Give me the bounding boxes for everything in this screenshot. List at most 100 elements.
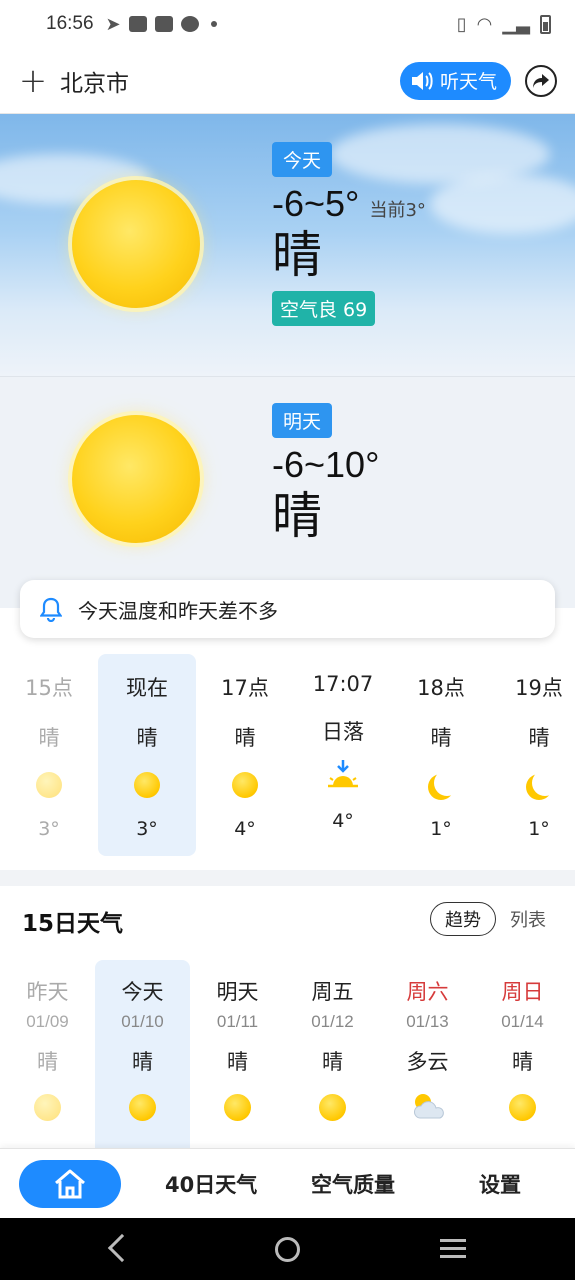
speaker-icon <box>411 71 433 90</box>
day-condition: 晴 <box>37 1050 58 1074</box>
battery-icon <box>540 14 551 34</box>
day-condition: 晴 <box>512 1050 533 1074</box>
bottom-navigation: 40日天气 空气质量 设置 <box>0 1148 575 1218</box>
hour-time: 19点 <box>515 676 563 700</box>
forecast-day[interactable]: 明天 01/11 晴 <box>190 960 285 1148</box>
hour-condition: 晴 <box>528 726 550 750</box>
day-name: 昨天 <box>26 980 69 1004</box>
status-bar: 16:56 ➤ ▯ ◠ ▁▃ <box>0 0 575 48</box>
hour-item[interactable]: 现在 晴 3° <box>98 654 196 856</box>
hour-condition: 晴 <box>136 726 158 750</box>
hour-temp: 3° <box>38 818 60 840</box>
sun-icon <box>129 1094 156 1121</box>
telegram-icon: ➤ <box>105 13 121 35</box>
hour-temp: 4° <box>332 810 354 832</box>
system-icons: ▯ ◠ ▁▃ <box>457 14 551 35</box>
hour-condition: 晴 <box>430 726 452 750</box>
hour-item[interactable]: 18点 晴 1° <box>392 654 490 856</box>
sun-icon <box>319 1094 346 1121</box>
vibrate-icon: ▯ <box>456 13 467 35</box>
sun-icon <box>36 772 62 798</box>
tomorrow-weather-panel[interactable]: 明天 -6~10° 晴 <box>0 376 575 608</box>
listen-weather-label: 听天气 <box>439 71 497 93</box>
wifi-icon: ◠ <box>476 13 493 35</box>
mail-icon <box>128 16 147 32</box>
day-name: 今天 <box>121 980 164 1004</box>
trend-view-button[interactable]: 趋势 <box>430 902 496 936</box>
section-divider <box>0 870 575 886</box>
notification-icons: ➤ <box>106 14 217 35</box>
app-header: + 北京市 听天气 <box>0 48 575 114</box>
cloudy-icon <box>413 1094 444 1119</box>
hour-time: 17:07 <box>312 672 374 696</box>
sunset-icon <box>328 760 358 788</box>
day-condition: 多云 <box>406 1050 449 1074</box>
notice-text: 今天温度和昨天差不多 <box>78 598 278 623</box>
sun-icon <box>232 772 258 798</box>
today-info: 今天 -6~5° 当前3° 晴 空气良 69 <box>272 142 426 326</box>
nav-40-day[interactable]: 40日天气 <box>165 1169 257 1199</box>
sun-icon <box>509 1094 536 1121</box>
listen-weather-button[interactable]: 听天气 <box>399 61 511 100</box>
hour-condition: 晴 <box>234 726 256 750</box>
current-temp: 当前3° <box>369 200 426 221</box>
share-icon[interactable] <box>525 64 557 97</box>
today-temp-range-value: -6~5° <box>272 183 360 224</box>
hourly-forecast[interactable]: 15点 晴 3° 现在 晴 3° 17点 晴 4° 17:07 日落 4° 18… <box>0 640 575 870</box>
forecast-title: 15日天气 <box>22 911 124 937</box>
back-icon[interactable] <box>107 1233 137 1263</box>
home-circle-icon[interactable] <box>275 1237 300 1262</box>
today-condition: 晴 <box>272 226 322 284</box>
recent-apps-icon[interactable] <box>440 1239 466 1259</box>
today-weather-panel[interactable]: 今天 -6~5° 当前3° 晴 空气良 69 <box>0 114 575 376</box>
day-date: 01/12 <box>311 1012 354 1031</box>
nav-air-quality[interactable]: 空气质量 <box>311 1169 395 1199</box>
hour-item[interactable]: 17点 晴 4° <box>196 654 294 856</box>
day-name: 明天 <box>216 980 259 1004</box>
signal-icon: ▁▃ <box>502 13 530 35</box>
tomorrow-tag: 明天 <box>272 403 333 438</box>
hour-time: 17点 <box>221 676 269 700</box>
nav-settings[interactable]: 设置 <box>479 1169 521 1199</box>
sun-icon <box>72 180 200 308</box>
forecast-day[interactable]: 周日 01/14 晴 <box>475 960 570 1148</box>
nav-home-button[interactable] <box>19 1159 121 1208</box>
list-view-button[interactable]: 列表 <box>510 902 546 936</box>
hour-item[interactable]: 15点 晴 3° <box>0 654 98 856</box>
forecast-day[interactable]: 今天 01/10 晴 <box>95 960 190 1148</box>
weather-notice[interactable]: 今天温度和昨天差不多 <box>20 580 555 638</box>
hour-temp: 1° <box>430 818 452 840</box>
cloud-decoration <box>430 174 575 234</box>
day-date: 01/14 <box>501 1012 544 1031</box>
tomorrow-condition: 晴 <box>272 487 322 545</box>
city-name[interactable]: 北京市 <box>60 64 129 98</box>
aqi-badge[interactable]: 空气良 69 <box>272 291 376 326</box>
share-arrow-icon <box>533 73 549 88</box>
moon-icon <box>532 770 558 796</box>
day-name: 周五 <box>311 980 354 1004</box>
sun-icon <box>34 1094 61 1121</box>
sun-icon <box>72 415 200 543</box>
forecast-day[interactable]: 昨天 01/09 晴 <box>0 960 95 1148</box>
sun-icon <box>224 1094 251 1121</box>
more-notifications-icon <box>210 21 217 27</box>
hour-condition: 晴 <box>38 726 60 750</box>
hour-item[interactable]: 19点 晴 1° <box>490 654 575 856</box>
hour-temp: 4° <box>234 818 256 840</box>
forecast-day[interactable]: 周五 01/12 晴 <box>285 960 380 1148</box>
tomorrow-info: 明天 -6~10° 晴 <box>272 403 379 546</box>
day-date: 01/10 <box>121 1012 164 1031</box>
tomorrow-temp-range: -6~10° <box>272 444 380 485</box>
day-date: 01/13 <box>406 1012 449 1031</box>
hour-time: 15点 <box>25 676 73 700</box>
fifteen-day-forecast: 15日天气 趋势 列表 昨天 01/09 晴 今天 01/10 晴 明天 01/… <box>0 886 575 1148</box>
hour-time: 现在 <box>126 676 168 700</box>
hour-item[interactable]: 17:07 日落 4° <box>294 654 392 856</box>
forecast-day[interactable]: 周六 01/13 多云 <box>380 960 475 1148</box>
day-name: 周六 <box>406 980 449 1004</box>
home-icon <box>55 1169 85 1198</box>
status-time: 16:56 <box>46 13 94 34</box>
day-condition: 晴 <box>322 1050 343 1074</box>
add-city-icon[interactable]: + <box>18 64 48 98</box>
hour-temp: 1° <box>528 818 550 840</box>
